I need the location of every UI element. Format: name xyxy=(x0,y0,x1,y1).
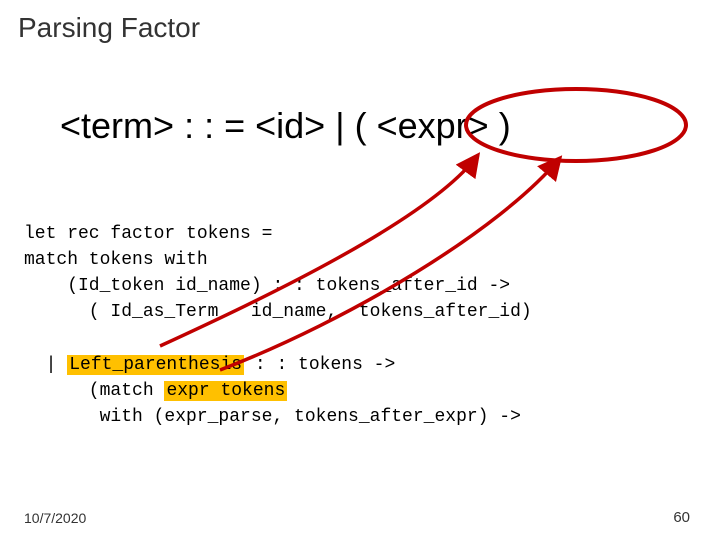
code-line: | Left_parenthesis : : tokens -> xyxy=(24,355,395,375)
grammar-pipe: | xyxy=(335,105,344,146)
code-line: with (expr_parse, tokens_after_expr) -> xyxy=(24,407,521,427)
grammar-id: <id> xyxy=(255,105,325,146)
grammar-lparen: ( xyxy=(355,105,367,146)
highlight-left-paren: Left_parenthesis xyxy=(67,355,244,375)
grammar-lhs: <term> xyxy=(60,105,174,146)
highlight-expr-tokens: expr tokens xyxy=(164,381,287,401)
code-line: let rec factor tokens = xyxy=(24,224,272,244)
code-block: let rec factor tokens = match tokens wit… xyxy=(24,195,532,430)
page-number: 60 xyxy=(673,509,690,526)
grammar-expr: <expr> xyxy=(377,105,489,146)
code-line: ( Id_as_Term id_name, tokens_after_id) xyxy=(24,302,532,322)
footer-date: 10/7/2020 xyxy=(24,510,86,526)
grammar-op: : : = xyxy=(184,105,245,146)
grammar-rparen: ) xyxy=(499,105,511,146)
grammar-rule: <term> : : = <id> | ( <expr> ) xyxy=(60,105,511,147)
code-line: (match expr tokens xyxy=(24,381,287,401)
code-line: match tokens with xyxy=(24,250,208,270)
code-line: (Id_token id_name) : : tokens_after_id -… xyxy=(24,276,510,296)
page-title: Parsing Factor xyxy=(18,12,200,44)
